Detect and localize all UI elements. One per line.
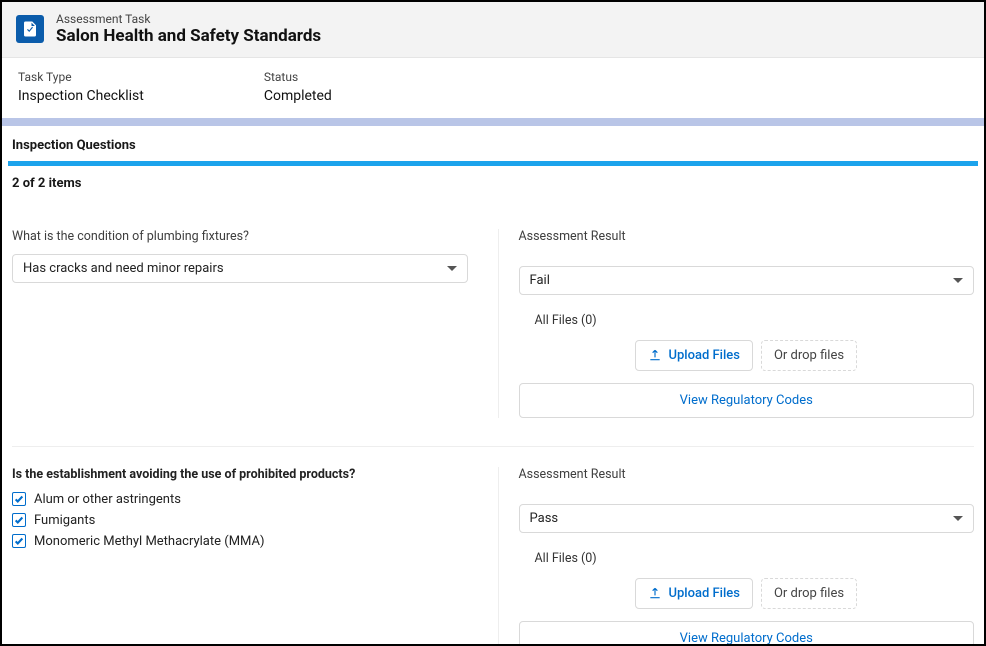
upload-files-label: Upload Files [668, 586, 740, 601]
view-regulatory-codes-button[interactable]: View Regulatory Codes [519, 621, 975, 646]
question-prompt: What is the condition of plumbing fixtur… [12, 229, 468, 244]
status-label: Status [264, 70, 332, 84]
status-value: Completed [264, 88, 332, 104]
upload-files-button[interactable]: Upload Files [635, 340, 753, 371]
question-left: What is the condition of plumbing fixtur… [12, 229, 468, 418]
all-files-count: All Files (0) [519, 307, 975, 328]
drop-files-zone[interactable]: Or drop files [761, 578, 857, 609]
view-regulatory-codes-button[interactable]: View Regulatory Codes [519, 383, 975, 418]
section-title: Inspection Questions [2, 126, 984, 161]
question-row: Is the establishment avoiding the use of… [12, 446, 974, 646]
checklist-item: Fumigants [12, 513, 468, 528]
meta-row: Task Type Inspection Checklist Status Co… [2, 58, 984, 118]
record-type-label: Assessment Task [56, 12, 321, 26]
chevron-down-icon [953, 516, 963, 521]
checklist-item: Alum or other astringents [12, 492, 468, 507]
drop-files-zone[interactable]: Or drop files [761, 340, 857, 371]
question-answer-select[interactable]: Has cracks and need minor repairs [12, 254, 468, 283]
question-row: What is the condition of plumbing fixtur… [12, 209, 974, 446]
assessment-task-icon [16, 15, 44, 43]
checklist-item-label: Monomeric Methyl Methacrylate (MMA) [34, 534, 265, 549]
divider-strip [2, 118, 984, 126]
checklist-item: Monomeric Methyl Methacrylate (MMA) [12, 534, 468, 549]
all-files-count: All Files (0) [519, 545, 975, 566]
select-value: Has cracks and need minor repairs [23, 261, 224, 276]
question-right: Assessment Result Fail All Files (0) Upload… [498, 229, 975, 418]
upload-files-label: Upload Files [668, 348, 740, 363]
checkbox[interactable] [12, 534, 26, 548]
assessment-result-label: Assessment Result [519, 467, 975, 482]
upload-files-button[interactable]: Upload Files [635, 578, 753, 609]
select-value: Fail [530, 273, 550, 288]
checklist-item-label: Fumigants [34, 513, 95, 528]
page-title: Salon Health and Safety Standards [56, 26, 321, 46]
question-prompt: Is the establishment avoiding the use of… [12, 467, 468, 482]
items-count: 2 of 2 items [2, 166, 984, 209]
assessment-result-label: Assessment Result [519, 229, 975, 244]
page-header: Assessment Task Salon Health and Safety … [2, 2, 984, 58]
assessment-result-select[interactable]: Fail [519, 266, 975, 295]
assessment-result-select[interactable]: Pass [519, 504, 975, 533]
upload-zone: Upload Files Or drop files [519, 578, 975, 609]
chevron-down-icon [447, 266, 457, 271]
checkbox[interactable] [12, 513, 26, 527]
checklist-item-label: Alum or other astringents [34, 492, 181, 507]
task-type-value: Inspection Checklist [18, 88, 144, 104]
question-right: Assessment Result Pass All Files (0) Upload… [498, 467, 975, 646]
select-value: Pass [530, 511, 559, 526]
checklist: Alum or other astringents Fumigants Monome… [12, 492, 468, 549]
chevron-down-icon [953, 278, 963, 283]
task-type-label: Task Type [18, 70, 144, 84]
upload-zone: Upload Files Or drop files [519, 340, 975, 371]
question-left: Is the establishment avoiding the use of… [12, 467, 468, 646]
checkbox[interactable] [12, 492, 26, 506]
